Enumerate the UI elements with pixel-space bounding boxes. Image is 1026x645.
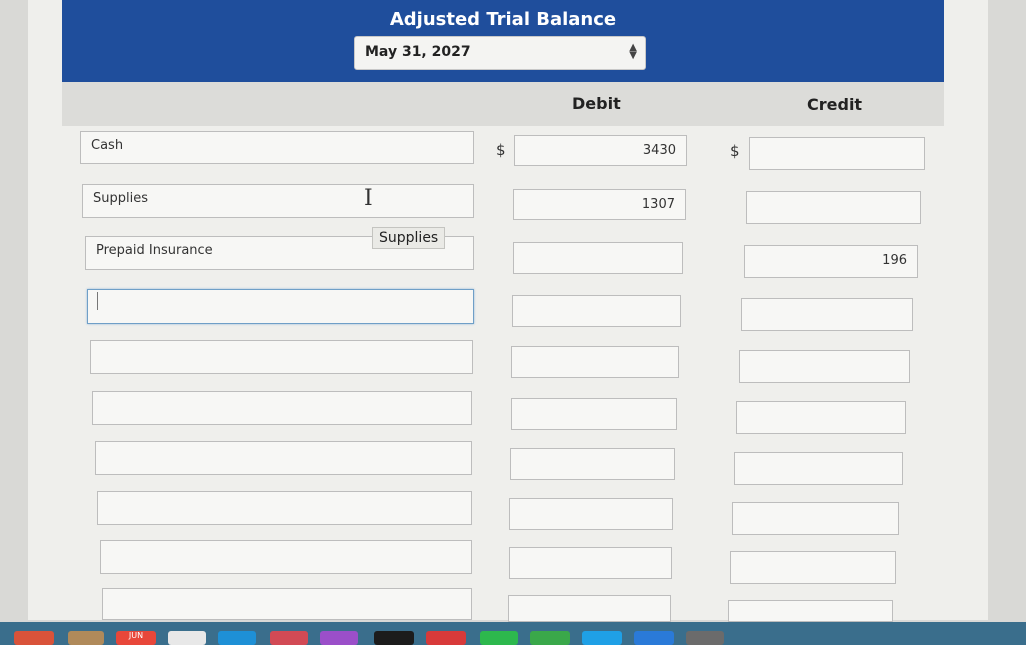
- app-icon[interactable]: [634, 631, 674, 645]
- podcasts-app-icon[interactable]: [320, 631, 358, 645]
- credit-field[interactable]: [732, 502, 899, 535]
- debit-field[interactable]: [510, 448, 675, 480]
- credit-field[interactable]: [730, 551, 896, 584]
- account-field[interactable]: [87, 289, 474, 324]
- debit-field[interactable]: [513, 242, 683, 274]
- app-icon[interactable]: [530, 631, 570, 645]
- credit-field[interactable]: [728, 600, 893, 622]
- account-field[interactable]: [97, 491, 472, 525]
- app-icon[interactable]: [480, 631, 518, 645]
- debit-dollar-sign: $: [496, 141, 506, 159]
- date-select[interactable]: May 31, 2027 ▲ ▼: [354, 36, 646, 70]
- account-field[interactable]: [100, 540, 472, 574]
- credit-field[interactable]: [749, 137, 925, 170]
- account-field[interactable]: [92, 391, 472, 425]
- app-icon[interactable]: [374, 631, 414, 645]
- text-caret: [97, 292, 98, 310]
- app-icon[interactable]: [582, 631, 622, 645]
- credit-field[interactable]: [746, 191, 921, 224]
- debit-field[interactable]: 3430: [514, 135, 687, 166]
- debit-field[interactable]: [508, 595, 671, 622]
- credit-dollar-sign: $: [730, 142, 740, 160]
- debit-field[interactable]: [509, 547, 672, 579]
- debit-field[interactable]: [509, 498, 673, 530]
- credit-column-header: Credit: [807, 95, 863, 114]
- account-field[interactable]: [102, 588, 472, 620]
- column-header-bar: Debit Credit: [62, 82, 944, 126]
- debit-field[interactable]: [511, 398, 677, 430]
- account-field[interactable]: [95, 441, 472, 475]
- credit-field[interactable]: [741, 298, 913, 331]
- photos-app-icon[interactable]: [14, 631, 54, 645]
- credit-field[interactable]: 196: [744, 245, 918, 278]
- app-icon[interactable]: [68, 631, 104, 645]
- app-icon[interactable]: [686, 631, 724, 645]
- reminders-app-icon[interactable]: [168, 631, 206, 645]
- header-bar: Adjusted Trial Balance May 31, 2027 ▲ ▼: [62, 0, 944, 82]
- credit-field[interactable]: [734, 452, 903, 485]
- debit-field[interactable]: [512, 295, 681, 327]
- debit-field[interactable]: 1307: [513, 189, 686, 220]
- app-icon[interactable]: [270, 631, 308, 645]
- select-arrows-icon: ▲ ▼: [629, 42, 637, 61]
- text-cursor-icon: I: [364, 186, 373, 211]
- debit-column-header: Debit: [572, 94, 621, 113]
- credit-field[interactable]: [736, 401, 906, 434]
- app-icon[interactable]: [426, 631, 466, 645]
- debit-field[interactable]: [511, 346, 679, 378]
- account-field[interactable]: Supplies: [82, 184, 474, 218]
- credit-field[interactable]: [739, 350, 910, 383]
- date-select-value: May 31, 2027: [365, 44, 471, 60]
- calendar-app-icon[interactable]: JUN: [116, 631, 156, 645]
- account-field[interactable]: Cash: [80, 131, 474, 164]
- autocomplete-tooltip[interactable]: Supplies: [372, 227, 446, 249]
- page-title: Adjusted Trial Balance: [389, 9, 617, 30]
- account-field[interactable]: [90, 340, 473, 374]
- app-icon[interactable]: [218, 631, 256, 645]
